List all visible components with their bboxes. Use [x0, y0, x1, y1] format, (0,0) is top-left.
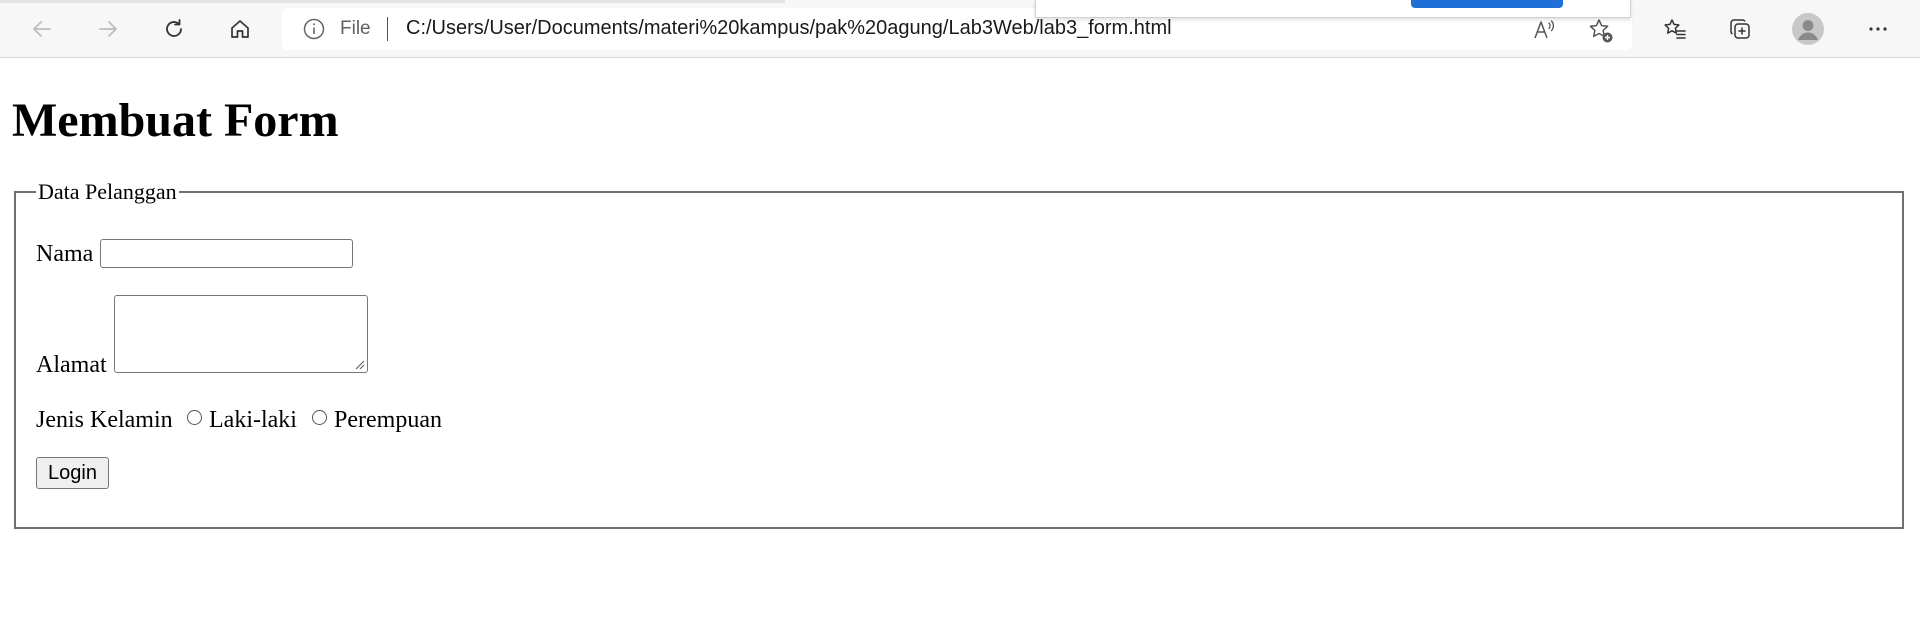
arrow-right-icon [99, 21, 117, 37]
profile-button[interactable] [1788, 9, 1828, 49]
favorites-button[interactable] [1655, 9, 1695, 49]
refresh-icon [166, 19, 182, 37]
gender-label: Jenis Kelamin [36, 407, 173, 433]
alamat-label: Alamat [36, 352, 107, 378]
refresh-button[interactable] [154, 9, 194, 49]
customer-data-fieldset: Data Pelanggan Nama Alamat Jenis Kelamin… [14, 179, 1904, 529]
alamat-textarea[interactable] [114, 295, 368, 373]
info-icon[interactable] [302, 17, 326, 41]
profile-avatar [1792, 13, 1824, 45]
resize-grip-icon[interactable] [353, 358, 365, 370]
more-menu-button[interactable] [1858, 9, 1898, 49]
arrow-left-icon [33, 21, 51, 37]
radio-perempuan[interactable] [312, 410, 327, 425]
page-heading: Membuat Form [12, 94, 339, 147]
address-scheme-label: File [340, 18, 371, 39]
collections-button[interactable] [1720, 9, 1760, 49]
address-url[interactable]: C:/Users/User/Documents/materi%20kampus/… [406, 17, 1172, 40]
favorites-list-icon [1664, 19, 1686, 39]
read-aloud-icon[interactable] [1532, 17, 1558, 43]
nama-input[interactable] [100, 239, 353, 268]
popup-action-button[interactable] [1411, 0, 1563, 8]
radio-laki-laki-label[interactable]: Laki-laki [209, 407, 297, 434]
login-button[interactable]: Login [36, 457, 109, 489]
browser-popup-edge [1035, 0, 1631, 18]
tab-strip-edge [0, 0, 785, 3]
back-button[interactable] [22, 9, 62, 49]
browser-toolbar: File C:/Users/User/Documents/materi%20ka… [0, 0, 1920, 58]
star-add-icon[interactable] [1587, 17, 1615, 45]
forward-button[interactable] [88, 9, 128, 49]
nama-label: Nama [36, 241, 94, 267]
home-button[interactable] [220, 9, 260, 49]
collections-icon [1730, 19, 1750, 39]
home-icon [231, 20, 249, 38]
more-menu-icon [1869, 27, 1887, 31]
address-divider [387, 17, 388, 41]
fieldset-legend: Data Pelanggan [36, 179, 179, 205]
radio-perempuan-label[interactable]: Perempuan [334, 407, 442, 434]
radio-laki-laki[interactable] [187, 410, 202, 425]
